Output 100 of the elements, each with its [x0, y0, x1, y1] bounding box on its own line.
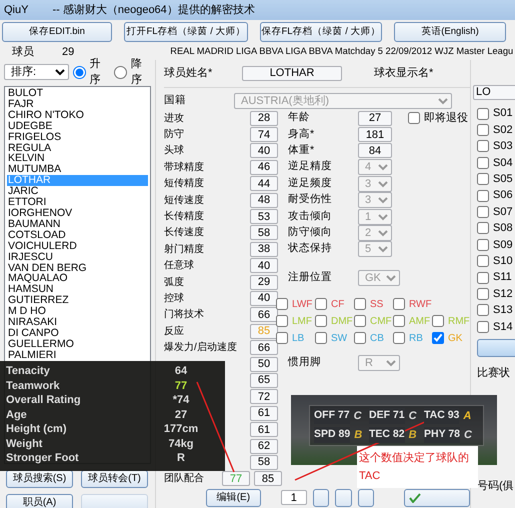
- value-field[interactable]: 58: [250, 225, 278, 240]
- checkbox[interactable]: [276, 332, 288, 344]
- sort-dropdown[interactable]: 排序:: [4, 64, 69, 80]
- small-button[interactable]: [312, 488, 330, 507]
- value-field[interactable]: 74: [250, 127, 278, 142]
- checkbox[interactable]: [477, 190, 489, 202]
- button[interactable]: 职员(A): [6, 494, 73, 508]
- value-field[interactable]: 40: [250, 258, 278, 274]
- value-field[interactable]: 62: [250, 438, 278, 454]
- checkbox[interactable]: [477, 255, 489, 268]
- radio-button[interactable]: [72, 66, 86, 78]
- list-item[interactable]: JARIC: [7, 186, 148, 198]
- list-item[interactable]: GUELLERMO: [7, 338, 148, 350]
- list-item[interactable]: VAN DEN BERG: [7, 262, 148, 274]
- radio-label: 降序: [130, 56, 143, 88]
- value-field[interactable]: 66: [250, 307, 278, 322]
- checkbox[interactable]: [477, 320, 489, 333]
- toolbar-button[interactable]: 保存EDIT.bin: [2, 22, 112, 42]
- list-item[interactable]: UDEGBE: [7, 120, 148, 132]
- checkbox[interactable]: [477, 238, 489, 251]
- button[interactable]: 球员转会(T): [81, 470, 148, 488]
- checkbox[interactable]: [354, 332, 366, 344]
- checkbox[interactable]: [408, 112, 420, 124]
- checkbox[interactable]: [477, 124, 489, 136]
- checkbox[interactable]: [477, 140, 489, 152]
- value-field[interactable]: 85: [254, 471, 282, 486]
- apply-button[interactable]: [477, 338, 515, 357]
- checkbox[interactable]: [276, 298, 288, 310]
- value-field[interactable]: 58: [250, 454, 278, 470]
- checkbox[interactable]: [477, 288, 489, 300]
- value-field[interactable]: 27: [358, 110, 392, 126]
- list-item[interactable]: HAMSUN: [7, 284, 148, 296]
- name-field[interactable]: LOTHAR: [242, 66, 342, 80]
- list-item[interactable]: ETTORI: [7, 197, 148, 208]
- value-field[interactable]: 61: [250, 422, 278, 438]
- value-field[interactable]: 44: [250, 176, 278, 192]
- value-field[interactable]: 53: [250, 209, 278, 224]
- value-field[interactable]: 48: [250, 192, 278, 208]
- value-field[interactable]: 29: [250, 274, 278, 290]
- checkbox[interactable]: [477, 222, 489, 234]
- toolbar-button[interactable]: 保存FL存档（绿茵 / 大师）: [260, 22, 382, 42]
- list-item[interactable]: COTSLOAD: [7, 230, 148, 241]
- checkbox[interactable]: [354, 315, 366, 328]
- list-item[interactable]: KELVIN: [7, 153, 148, 164]
- checkbox[interactable]: [393, 315, 405, 328]
- check-button[interactable]: [404, 488, 470, 507]
- value-field[interactable]: 66: [250, 340, 278, 356]
- value-field[interactable]: 65: [250, 372, 278, 388]
- checkbox[interactable]: [315, 315, 327, 328]
- checkbox[interactable]: [477, 156, 489, 169]
- value-field[interactable]: 72: [250, 389, 278, 404]
- list-item[interactable]: CHIRO N'TOKO: [7, 110, 148, 121]
- checkbox[interactable]: [393, 332, 405, 344]
- value-field[interactable]: 61: [250, 406, 278, 421]
- list-item[interactable]: FAJR: [7, 98, 148, 110]
- list-item[interactable]: MAQUALAO: [7, 273, 148, 284]
- value-field[interactable]: 84: [358, 143, 392, 158]
- list-item[interactable]: VOICHULERD: [7, 240, 148, 252]
- list-item[interactable]: IRJESCU: [7, 252, 148, 262]
- value-field[interactable]: 46: [250, 160, 278, 175]
- value-field[interactable]: 38: [250, 242, 278, 257]
- list-item[interactable]: M D HO: [7, 306, 148, 318]
- list-item[interactable]: PALMIERI: [7, 350, 148, 361]
- checkbox[interactable]: [477, 173, 489, 186]
- edit-button[interactable]: 编辑(E): [206, 488, 261, 507]
- list-item[interactable]: MUTUMBA: [7, 164, 148, 176]
- checkbox[interactable]: [477, 206, 489, 218]
- list-item[interactable]: REGULA: [7, 142, 148, 154]
- checkbox-label: S07: [493, 204, 513, 220]
- checkbox[interactable]: [432, 315, 444, 328]
- list-item[interactable]: GUTIERREZ: [7, 295, 148, 306]
- shirt-name-field[interactable]: LO: [473, 84, 515, 100]
- list-item[interactable]: BAUMANN: [7, 218, 148, 230]
- button[interactable]: 球员搜索(S): [6, 470, 73, 488]
- checkbox[interactable]: [432, 332, 444, 344]
- checkbox[interactable]: [315, 298, 327, 310]
- toolbar-button[interactable]: 英语(English): [394, 22, 506, 42]
- list-item[interactable]: FRIGELOS: [7, 132, 148, 143]
- list-item[interactable]: DI CANPO: [7, 328, 148, 339]
- list-item[interactable]: BULOT: [7, 88, 148, 99]
- field-label: 注册位置: [288, 270, 333, 285]
- value-field[interactable]: 28: [250, 110, 278, 126]
- value-field[interactable]: 40: [250, 290, 278, 306]
- checkbox[interactable]: [276, 315, 288, 328]
- value-field[interactable]: 50: [250, 356, 278, 372]
- value-field[interactable]: 40: [250, 143, 278, 158]
- checkbox[interactable]: [354, 298, 366, 310]
- toolbar-button[interactable]: 打开FL存档（绿茵 / 大师）: [124, 22, 248, 42]
- small-button[interactable]: [358, 488, 374, 507]
- value-field[interactable]: 181: [358, 127, 392, 142]
- checkbox[interactable]: [393, 298, 405, 310]
- list-item[interactable]: NIRASAKI: [7, 317, 148, 328]
- checkbox[interactable]: [477, 272, 489, 284]
- page-field[interactable]: 1: [280, 490, 307, 506]
- small-button[interactable]: [335, 488, 352, 507]
- checkbox[interactable]: [477, 108, 489, 120]
- checkbox[interactable]: [315, 332, 327, 344]
- list-item[interactable]: IORGHENOV: [7, 208, 148, 219]
- checkbox[interactable]: [477, 304, 489, 316]
- radio-button[interactable]: [114, 66, 127, 78]
